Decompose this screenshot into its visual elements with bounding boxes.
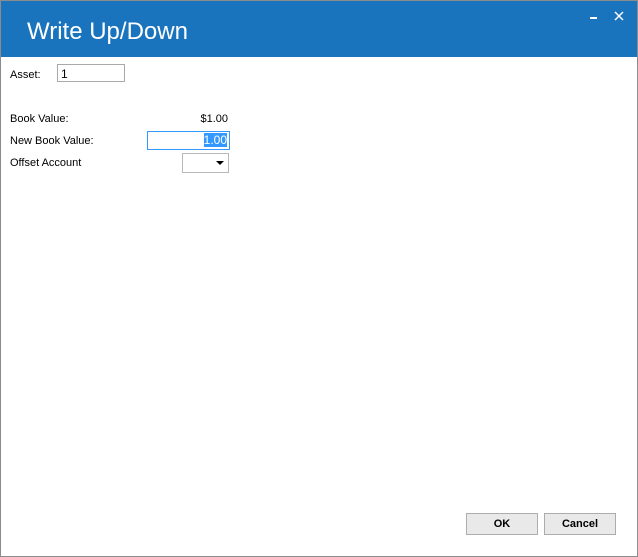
minimize-icon [590,17,597,19]
asset-field[interactable]: 1 [57,64,125,82]
offset-account-dropdown[interactable] [182,153,229,173]
cancel-button[interactable]: Cancel [544,513,616,535]
book-value: $1.00 [200,113,228,125]
close-button[interactable] [610,7,628,25]
write-up-down-dialog: Write Up/Down Asset: 1 Book Value: $1.00… [0,0,638,557]
dialog-title: Write Up/Down [27,18,188,45]
new-book-value-label: New Book Value: [10,135,94,147]
book-value-label: Book Value: [10,113,69,125]
new-book-value-text: 1.00 [203,133,227,147]
new-book-value-field[interactable]: 1.00 [147,131,230,150]
offset-account-label: Offset Account [10,157,82,169]
close-icon [614,11,624,21]
minimize-button[interactable] [585,7,603,25]
ok-button[interactable]: OK [466,513,538,535]
dropdown-arrow-icon [216,161,224,165]
title-bar: Write Up/Down [1,1,637,57]
asset-label: Asset: [10,69,41,81]
